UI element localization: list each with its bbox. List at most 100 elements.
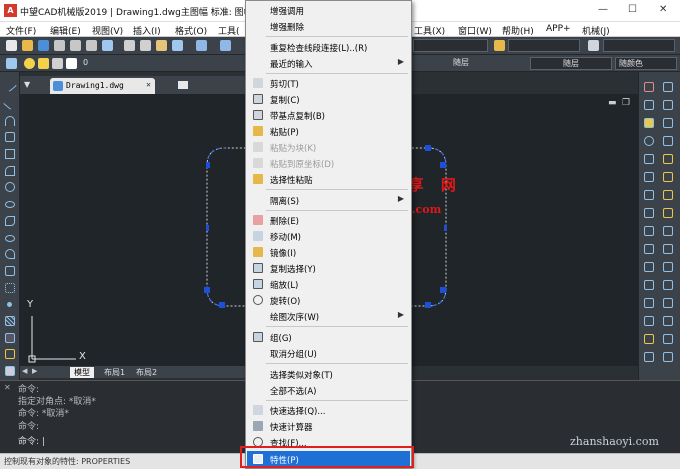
menu-item-recheck-segments[interactable]: 重复检查线段连接(L)..(R) <box>247 39 410 55</box>
layer-manager-icon[interactable] <box>6 58 17 69</box>
print-icon[interactable] <box>70 40 81 51</box>
fillet-icon[interactable] <box>644 208 654 218</box>
viewport-min-icon[interactable]: ▬ <box>608 98 617 108</box>
dim-continue-icon[interactable] <box>644 280 654 290</box>
linetype-combo[interactable]: 随层 <box>413 57 518 70</box>
dim-baseline-icon[interactable] <box>663 262 673 272</box>
gradient-icon[interactable] <box>5 333 15 343</box>
dim-angular-icon[interactable] <box>644 262 654 272</box>
dim-radius-icon[interactable] <box>644 244 654 254</box>
color-combo[interactable]: 随颜色 <box>615 57 677 70</box>
menu-mechanical[interactable]: 机械(J) <box>582 24 610 37</box>
ellipse-icon[interactable] <box>5 235 15 242</box>
lineweight-combo[interactable]: 随层 <box>530 57 612 70</box>
rotate-icon[interactable] <box>644 136 654 146</box>
command-window-close-icon[interactable]: ✕ <box>4 383 11 392</box>
menu-item-quick-select[interactable]: 快速选择(Q)... <box>247 402 410 418</box>
menu-tools-partial[interactable]: 工具( <box>218 24 240 37</box>
menu-insert[interactable]: 插入(I) <box>133 24 161 37</box>
menu-view[interactable]: 视图(V) <box>92 24 123 37</box>
table-style-icon[interactable] <box>588 40 599 51</box>
tab-model[interactable]: 模型 <box>70 367 94 378</box>
copy-object-icon[interactable] <box>663 82 673 92</box>
menu-file[interactable]: 文件(F) <box>6 24 36 37</box>
menu-window[interactable]: 窗口(W) <box>458 24 492 37</box>
menu-item-copy[interactable]: 复制(C) <box>247 91 410 107</box>
revision-cloud-icon[interactable] <box>5 201 15 208</box>
array-icon[interactable] <box>644 118 654 128</box>
undo-icon[interactable] <box>196 40 207 51</box>
menu-item-select-similar[interactable]: 选择类似对象(T) <box>247 366 410 382</box>
mtext-icon[interactable] <box>663 334 673 344</box>
dim-diameter-icon[interactable] <box>663 244 673 254</box>
table-style-combo[interactable] <box>603 39 675 52</box>
menu-item-paste[interactable]: 粘贴(P) <box>247 123 410 139</box>
move-icon[interactable] <box>663 118 673 128</box>
point-icon[interactable] <box>7 302 12 307</box>
tab-scroll-right-icon[interactable]: ▶ <box>32 367 37 375</box>
text-icon[interactable] <box>644 334 654 344</box>
rectangle-icon[interactable] <box>5 149 15 159</box>
insert-block-icon[interactable] <box>5 266 15 276</box>
menu-item-copy-selection[interactable]: 复制选择(Y) <box>247 260 410 276</box>
menu-app-plus[interactable]: APP+ <box>546 24 571 34</box>
dim-aligned-icon[interactable] <box>663 226 673 236</box>
menu-item-delete[interactable]: 删除(E) <box>247 212 410 228</box>
extend-icon[interactable] <box>644 172 654 182</box>
polygon-icon[interactable] <box>5 132 15 142</box>
layer-combo[interactable]: 0 <box>80 57 240 70</box>
construction-line-icon[interactable] <box>2 95 18 111</box>
tab-layout2[interactable]: 布局2 <box>132 367 161 378</box>
redo-icon[interactable] <box>220 40 231 51</box>
menu-item-deselect-all[interactable]: 全部不选(A) <box>247 382 410 398</box>
copy-icon[interactable] <box>140 40 151 51</box>
menu-format[interactable]: 格式(O) <box>175 24 207 37</box>
plot-icon[interactable] <box>102 40 113 51</box>
menu-item-paste-special[interactable]: 选择性粘贴 <box>247 171 410 187</box>
light-bulb-icon[interactable] <box>24 58 35 69</box>
mirror-icon[interactable] <box>644 100 654 110</box>
paste-icon[interactable] <box>156 40 167 51</box>
menu-item-draw-order[interactable]: 绘图次序(W) ▶ <box>247 308 410 324</box>
tolerance-icon[interactable] <box>644 298 654 308</box>
leader-icon[interactable] <box>663 280 673 290</box>
stretch-icon[interactable] <box>644 154 654 164</box>
region-icon[interactable] <box>5 349 15 359</box>
dim-style-edit-icon[interactable] <box>663 316 673 326</box>
save-as-icon[interactable] <box>54 40 65 51</box>
menu-item-move[interactable]: 移动(M) <box>247 228 410 244</box>
erase-icon[interactable] <box>644 82 654 92</box>
sun-icon[interactable] <box>38 58 49 69</box>
scale-icon[interactable] <box>663 136 673 146</box>
offset-icon[interactable] <box>663 100 673 110</box>
menu-item-enhanced-delete[interactable]: 增强删除 <box>247 18 410 34</box>
dim-linear-icon[interactable] <box>644 226 654 236</box>
maximize-button[interactable]: ☐ <box>628 4 637 15</box>
cut-icon[interactable] <box>124 40 135 51</box>
menu-edit[interactable]: 编辑(E) <box>50 24 81 37</box>
dim-edit-icon[interactable] <box>644 316 654 326</box>
make-block-icon[interactable] <box>5 283 15 293</box>
menu-item-copy-with-base[interactable]: 带基点复制(B) <box>247 107 410 123</box>
dim-style-combo[interactable] <box>508 39 580 52</box>
command-input[interactable]: 命令: | <box>18 434 45 447</box>
close-button[interactable]: ✕ <box>659 4 667 15</box>
table-icon[interactable] <box>5 366 15 376</box>
new-file-icon[interactable] <box>6 40 17 51</box>
line-icon[interactable] <box>2 77 18 93</box>
break-icon[interactable] <box>663 172 673 182</box>
menu-item-rotate[interactable]: 旋转(O) <box>247 292 410 308</box>
menu-tools[interactable]: 工具(X) <box>414 24 445 37</box>
symbol-icon[interactable] <box>663 352 673 362</box>
polyline-icon[interactable] <box>5 116 15 126</box>
lock-icon[interactable] <box>52 58 63 69</box>
menu-item-group[interactable]: 组(G) <box>247 329 410 345</box>
center-mark-icon[interactable] <box>663 298 673 308</box>
join-icon[interactable] <box>644 190 654 200</box>
menu-item-ungroup[interactable]: 取消分组(U) <box>247 345 410 361</box>
dimension-style-icon[interactable] <box>494 40 505 51</box>
viewport-restore-icon[interactable]: ❐ <box>622 98 630 108</box>
menu-item-cut[interactable]: 剪切(T) <box>247 75 410 91</box>
tab-scroll-left-icon[interactable]: ◀ <box>22 367 27 375</box>
menu-item-quick-calc[interactable]: 快速计算器 <box>247 418 410 434</box>
